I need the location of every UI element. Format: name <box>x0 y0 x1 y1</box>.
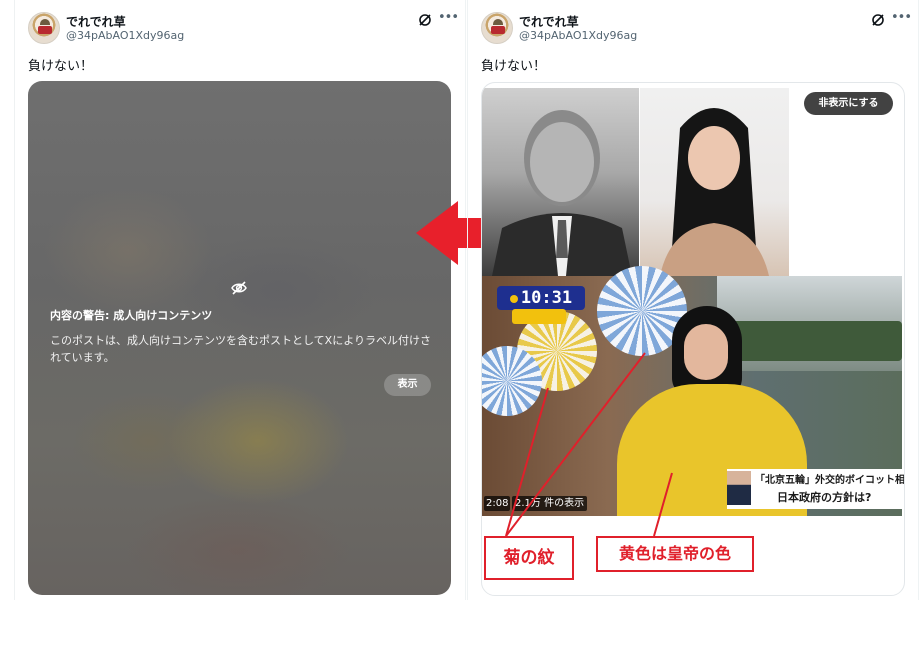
author-name[interactable]: でれでれ草 <box>519 13 579 30</box>
avatar[interactable] <box>481 12 513 44</box>
more-icon[interactable]: ••• <box>891 11 912 26</box>
grok-icon[interactable] <box>418 13 432 27</box>
warning-title: 内容の警告: 成人向けコンテンツ <box>50 309 213 322</box>
left-post: でれでれ草 @34pAbAO1Xdy96ag ••• 負けない！ 内容の警告: … <box>14 0 466 600</box>
post-media[interactable]: 非表示にする 10:31 「北京五輪」外交的ボイコット相次ぐ 日本政府の方針は?… <box>481 82 905 596</box>
more-icon[interactable]: ••• <box>438 11 459 26</box>
page: でれでれ草 @34pAbAO1Xdy96ag ••• 負けない！ 内容の警告: … <box>0 0 922 646</box>
eye-off-icon <box>231 281 247 295</box>
annotation-kiku: 菊の紋 <box>484 536 574 580</box>
post-text: 負けない！ <box>481 59 547 74</box>
author-handle[interactable]: @34pAbAO1Xdy96ag <box>519 29 637 42</box>
right-post: でれでれ草 @34pAbAO1Xdy96ag ••• 負けない！ 非表示にする … <box>467 0 919 600</box>
post-text: 負けない！ <box>28 59 94 74</box>
post-header: でれでれ草 @34pAbAO1Xdy96ag ••• <box>28 11 459 46</box>
sensitive-media: 内容の警告: 成人向けコンテンツ このポストは、成人向けコンテンツを含むポストと… <box>28 81 451 595</box>
content-warning-overlay: 内容の警告: 成人向けコンテンツ このポストは、成人向けコンテンツを含むポストと… <box>28 81 451 595</box>
post-header: でれでれ草 @34pAbAO1Xdy96ag ••• <box>481 11 912 46</box>
show-button[interactable]: 表示 <box>384 374 431 396</box>
author-name[interactable]: でれでれ草 <box>66 13 126 30</box>
author-handle[interactable]: @34pAbAO1Xdy96ag <box>66 29 184 42</box>
warning-body: このポストは、成人向けコンテンツを含むポストとしてXによりラベル付けされています… <box>50 334 431 364</box>
avatar[interactable] <box>28 12 60 44</box>
annotation-lines <box>505 352 673 537</box>
annotation-kiiro: 黄色は皇帝の色 <box>596 536 754 572</box>
grok-icon[interactable] <box>871 13 885 27</box>
